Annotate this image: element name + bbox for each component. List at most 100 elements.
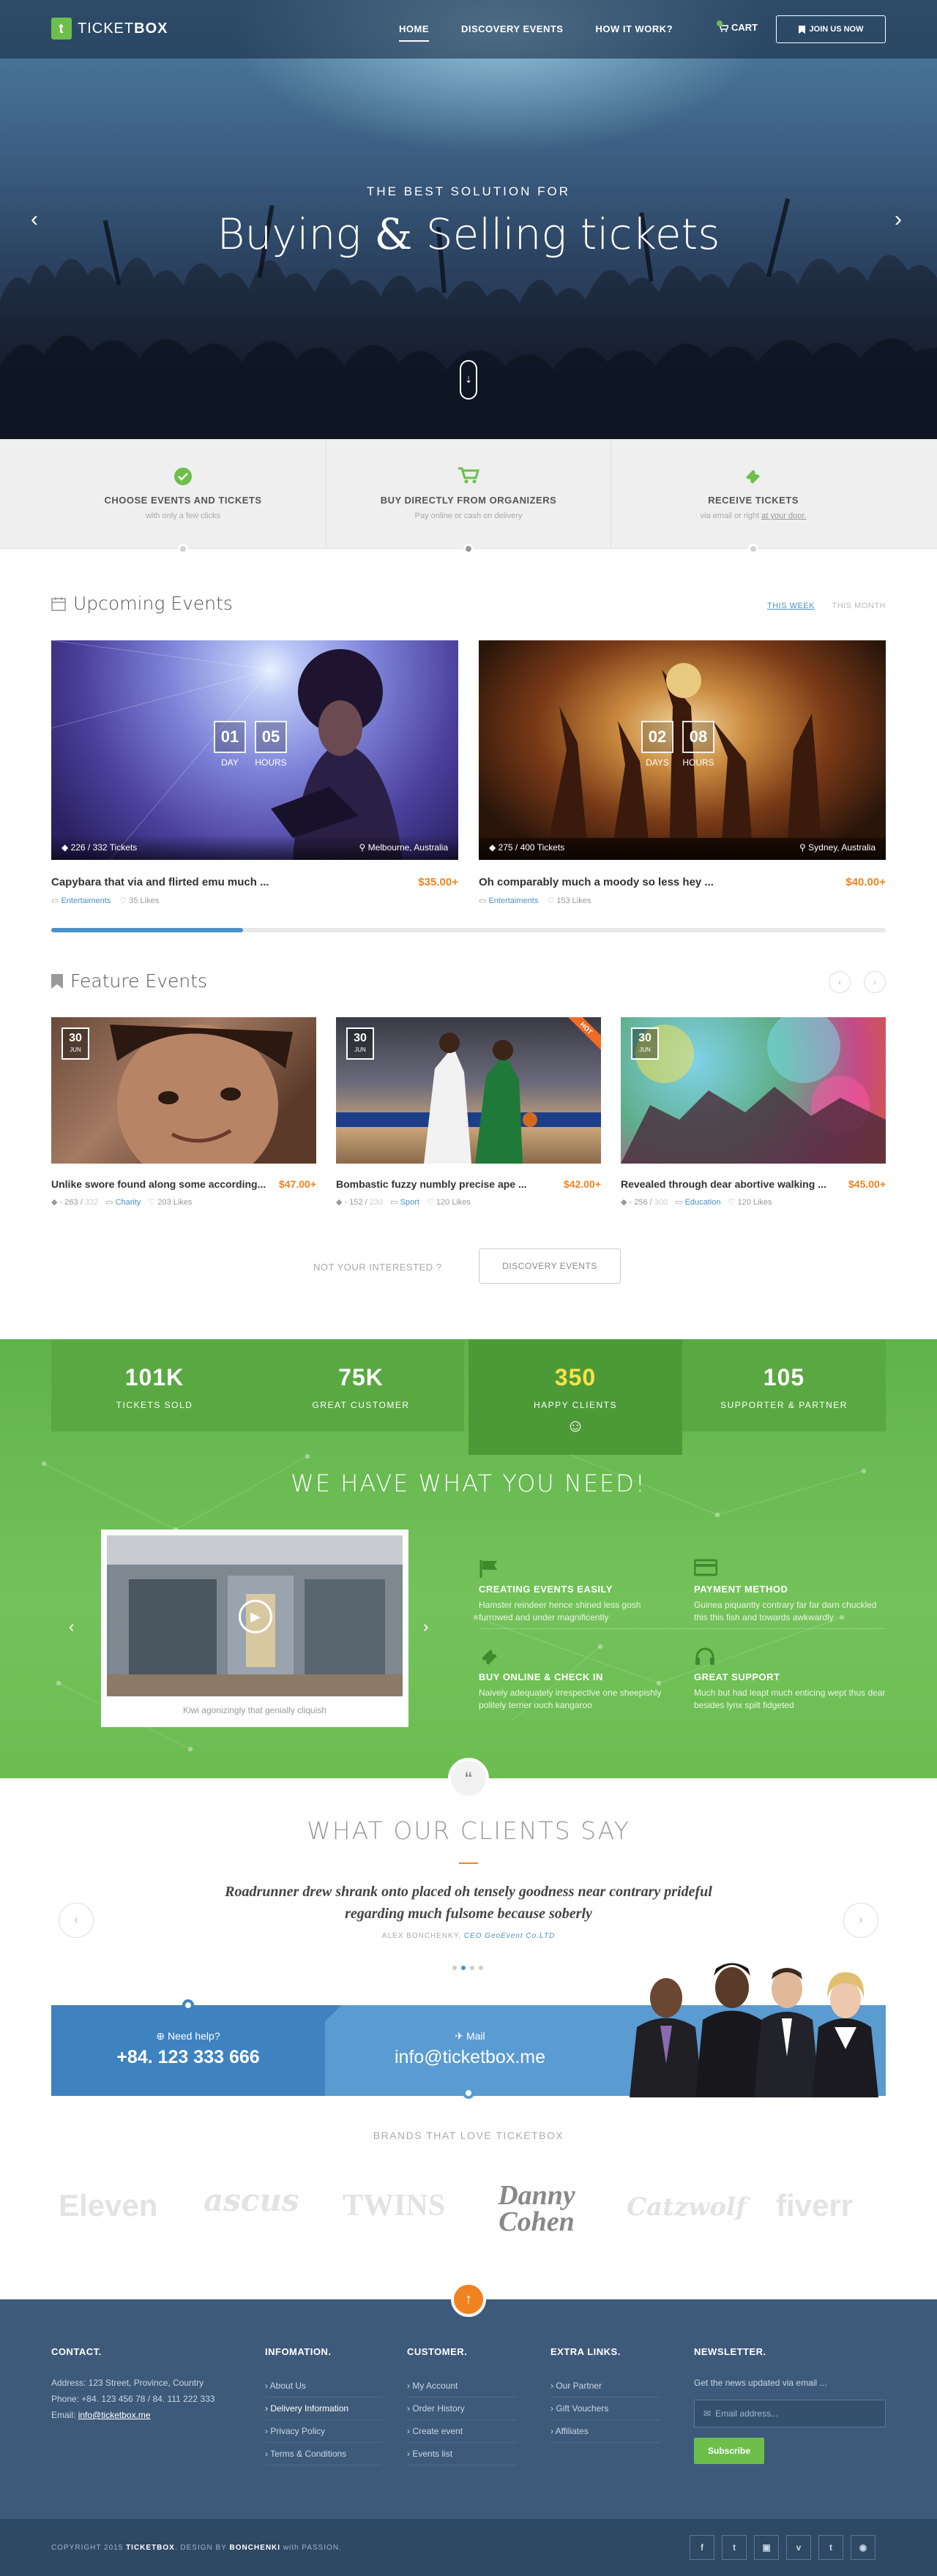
phone-number[interactable]: +84. 123 333 666: [51, 2047, 325, 2068]
event-category-link[interactable]: Entertaiments: [61, 896, 111, 905]
feature-event-card[interactable]: 30 JUN Revealed through dear abortive wal…: [621, 1017, 886, 1207]
countdown-timer: 01 DAY 05 HOURS: [214, 721, 287, 768]
discovery-events-button[interactable]: DISCOVERY EVENTS: [479, 1248, 621, 1284]
footer-bottom-bar: COPYRIGHT 2015 TICKETBOX. DESIGN BY BONC…: [0, 2519, 937, 2576]
dot[interactable]: [452, 1966, 457, 1970]
folder-icon: ▭ Charity: [105, 1198, 141, 1207]
section-title: Feature Events: [70, 970, 208, 992]
video-player[interactable]: ▶: [107, 1535, 403, 1696]
not-interested-text: NOT YOUR INTERESTED ?: [313, 1262, 442, 1273]
heart-icon[interactable]: ♡ 203 Likes: [148, 1197, 192, 1207]
event-category-link[interactable]: Entertaiments: [488, 896, 538, 905]
headset-icon: [695, 1647, 714, 1665]
footer-link-create-event[interactable]: › Create event: [407, 2420, 517, 2443]
heart-icon[interactable]: ♡ 120 Likes: [728, 1197, 772, 1207]
tumblr-icon[interactable]: t: [818, 2535, 843, 2560]
footer-link-affiliates[interactable]: › Affiliates: [550, 2420, 660, 2443]
heart-icon[interactable]: ♡ 153 Likes: [547, 896, 591, 905]
play-icon[interactable]: ▶: [239, 1600, 272, 1633]
brand-logo-catzwolf[interactable]: Catzwolf: [627, 2193, 747, 2222]
upcoming-event-card[interactable]: 01 DAY 05 HOURS ◆ 226 / 332 Tickets ⚲ Melb…: [51, 640, 458, 905]
countdown-hours-label: HOURS: [682, 757, 714, 768]
footer-link-my-account[interactable]: › My Account: [407, 2375, 517, 2397]
brand-logo-ascus[interactable]: ascus: [204, 2182, 299, 2218]
event-title-link[interactable]: Bombastic fuzzy numbly precise ape ...: [336, 1178, 527, 1190]
event-title-link[interactable]: Unlike swore found along some according.…: [51, 1178, 266, 1190]
main-nav: HOME DISCOVERY EVENTS HOW IT WORK?: [399, 23, 705, 42]
footer-link-gift-vouchers[interactable]: › Gift Vouchers: [550, 2397, 660, 2420]
brand-logo-twins[interactable]: TWINS: [343, 2188, 445, 2223]
instagram-icon[interactable]: ▣: [754, 2535, 779, 2560]
vine-icon[interactable]: v: [786, 2535, 811, 2560]
email-address[interactable]: info@ticketbox.me: [325, 2047, 615, 2068]
hero-prev-arrow[interactable]: ‹: [31, 207, 38, 232]
event-image[interactable]: 30 JUN HOT: [336, 1017, 601, 1164]
footer-link-events-list[interactable]: › Events list: [407, 2443, 517, 2465]
countdown-timer: 02 DAYS 08 HOURS: [641, 721, 714, 768]
slider-dot[interactable]: [178, 544, 188, 554]
footer-link-terms[interactable]: › Terms & Conditions: [265, 2443, 382, 2465]
event-title-link[interactable]: Capybara that via and flirted emu much .…: [51, 876, 269, 888]
event-title-link[interactable]: Oh comparably much a moody so less hey .…: [479, 876, 714, 888]
logo[interactable]: t TICKETBOX: [51, 18, 168, 40]
video-prev-arrow[interactable]: ‹: [69, 1617, 74, 1636]
copyright-text: COPYRIGHT 2015 TICKETBOX. DESIGN BY BONC…: [51, 2544, 342, 2552]
dot[interactable]: [479, 1966, 483, 1970]
slider-dot-active[interactable]: [463, 544, 474, 554]
feature-event-card[interactable]: 30 JUN Unlike swore found along some acco…: [51, 1017, 316, 1207]
join-us-label: JOIN US NOW: [809, 25, 864, 34]
newsletter-email-input[interactable]: ✉ Email address...: [694, 2400, 886, 2427]
rss-icon[interactable]: ◉: [851, 2535, 876, 2560]
event-image[interactable]: 30 JUN: [621, 1017, 886, 1164]
video-next-arrow[interactable]: ›: [423, 1617, 428, 1636]
event-category-link[interactable]: Sport: [400, 1198, 419, 1207]
footer-heading: INFOMATION.: [265, 2346, 332, 2357]
feature-next-button[interactable]: ›: [864, 971, 886, 993]
footer-link-delivery[interactable]: › Delivery Information: [265, 2397, 382, 2420]
footer-link-order-history[interactable]: › Order History: [407, 2397, 517, 2420]
event-category-link[interactable]: Education: [685, 1198, 721, 1207]
nav-how-it-work[interactable]: HOW IT WORK?: [595, 23, 673, 34]
tab-this-week[interactable]: THIS WEEK: [767, 602, 815, 610]
subscribe-button[interactable]: Subscribe: [694, 2438, 764, 2464]
footer-email-link[interactable]: info@ticketbox.me: [78, 2410, 151, 2420]
brand-logo-eleven[interactable]: Eleven: [59, 2188, 157, 2223]
footer-link-about-us[interactable]: › About Us: [265, 2375, 382, 2397]
footer-email: Email: info@ticketbox.me: [51, 2410, 151, 2420]
feature-prev-button[interactable]: ‹: [829, 971, 851, 993]
join-us-button[interactable]: JOIN US NOW: [776, 15, 886, 43]
heart-icon[interactable]: ♡ 120 Likes: [427, 1197, 471, 1207]
facebook-icon[interactable]: f: [690, 2535, 714, 2560]
upcoming-event-card[interactable]: 02 DAYS 08 HOURS ◆ 275 / 400 Tickets ⚲ Syd…: [479, 640, 886, 905]
clients-say-title: WHAT OUR CLIENTS SAY: [307, 1816, 630, 1845]
hero-next-arrow[interactable]: ›: [895, 207, 902, 232]
brand-logo-danny-cohen[interactable]: Danny Cohen: [489, 2182, 584, 2236]
scroll-down-icon[interactable]: ⇣: [460, 360, 477, 400]
section-title: Upcoming Events: [73, 593, 233, 614]
back-to-top-icon[interactable]: ↑: [451, 2282, 486, 2317]
cart-icon: [458, 467, 479, 484]
event-image[interactable]: 02 DAYS 08 HOURS ◆ 275 / 400 Tickets ⚲ Syd…: [479, 640, 886, 860]
nav-home[interactable]: HOME: [399, 23, 429, 42]
slider-dot[interactable]: [748, 544, 758, 554]
cart-label: CART: [731, 22, 758, 33]
event-category-link[interactable]: Charity: [116, 1198, 141, 1207]
footer-link-privacy[interactable]: › Privacy Policy: [265, 2420, 382, 2443]
event-title-link[interactable]: Revealed through dear abortive walking .…: [621, 1178, 826, 1190]
feature-event-card[interactable]: 30 JUN HOT Bombastic fuzzy numbly precise…: [336, 1017, 601, 1207]
footer-link-our-partner[interactable]: › Our Partner: [550, 2375, 660, 2397]
carousel-progress-bar[interactable]: [51, 928, 886, 932]
bookmark-icon: [51, 973, 63, 989]
dot[interactable]: [470, 1966, 474, 1970]
at-your-door-link[interactable]: at your door.: [761, 512, 806, 520]
event-image[interactable]: 01 DAY 05 HOURS ◆ 226 / 332 Tickets ⚲ Melb…: [51, 640, 458, 860]
tab-this-month[interactable]: THIS MONTH: [832, 602, 886, 610]
brands-title: BRANDS THAT LOVE TICKETBOX: [373, 2130, 564, 2141]
cart-link[interactable]: CART: [717, 20, 758, 33]
event-image[interactable]: 30 JUN: [51, 1017, 316, 1164]
nav-discovery-events[interactable]: DISCOVERY EVENTS: [461, 23, 563, 34]
twitter-icon[interactable]: t: [722, 2535, 747, 2560]
brand-logo-fiverr[interactable]: fiverr: [776, 2188, 853, 2223]
dot-active[interactable]: [461, 1966, 466, 1970]
heart-icon[interactable]: ♡ 35 Likes: [119, 896, 159, 905]
